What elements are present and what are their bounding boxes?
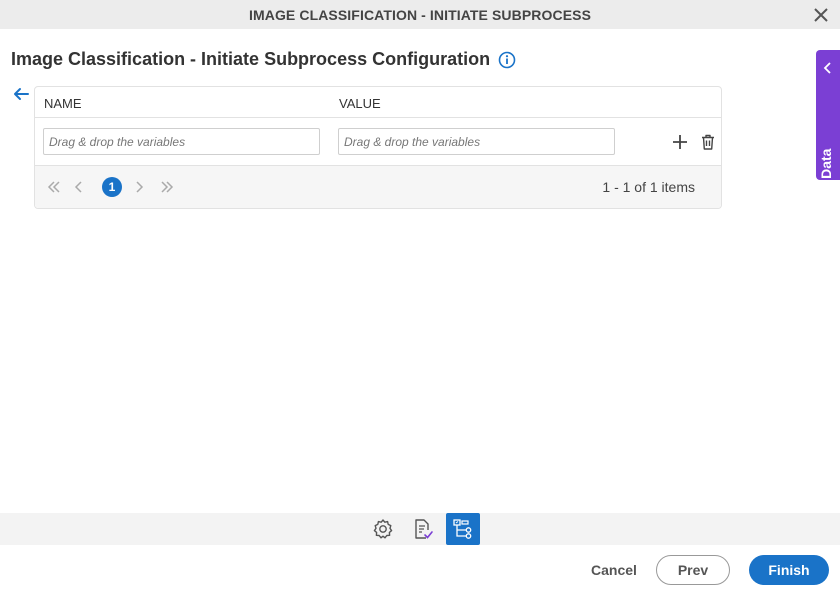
- prev-button[interactable]: Prev: [656, 555, 730, 585]
- info-icon[interactable]: [498, 51, 516, 69]
- variables-grid: NAME VALUE 1 1 - 1 of 1 items: [34, 86, 722, 209]
- next-page-icon[interactable]: [131, 179, 147, 195]
- settings-tool[interactable]: [366, 513, 400, 545]
- gear-icon: [373, 519, 393, 539]
- window-title: IMAGE CLASSIFICATION - INITIATE SUBPROCE…: [248, 6, 592, 23]
- first-page-icon[interactable]: [46, 179, 62, 195]
- subprocess-icon: [453, 519, 472, 539]
- page-number-current[interactable]: 1: [102, 177, 122, 197]
- prev-page-icon[interactable]: [71, 179, 87, 195]
- add-icon[interactable]: [671, 133, 689, 151]
- form-check-tool[interactable]: [406, 513, 440, 545]
- page-title: Image Classification - Initiate Subproce…: [11, 49, 516, 70]
- name-variable-input[interactable]: [43, 128, 320, 155]
- document-check-icon: [415, 519, 433, 539]
- page-title-text: Image Classification - Initiate Subproce…: [11, 49, 491, 69]
- value-variable-input[interactable]: [338, 128, 615, 155]
- table-row: [35, 118, 721, 166]
- subprocess-tool[interactable]: [446, 513, 480, 545]
- grid-header: NAME VALUE: [35, 87, 721, 118]
- back-arrow-icon[interactable]: [12, 86, 30, 102]
- column-header-name[interactable]: NAME: [44, 96, 82, 111]
- column-header-value[interactable]: VALUE: [339, 96, 381, 111]
- cancel-button[interactable]: Cancel: [580, 555, 648, 585]
- bottom-toolbar: [0, 513, 840, 545]
- pager: 1 1 - 1 of 1 items: [35, 166, 721, 208]
- app-data-panel-toggle[interactable]: App Data: [816, 50, 840, 210]
- title-bar: IMAGE CLASSIFICATION - INITIATE SUBPROCE…: [0, 0, 840, 29]
- finish-button[interactable]: Finish: [749, 555, 829, 585]
- last-page-icon[interactable]: [159, 179, 175, 195]
- trash-icon[interactable]: [699, 133, 717, 151]
- chevron-left-icon: [823, 62, 831, 74]
- close-icon[interactable]: [810, 4, 832, 26]
- app-data-label: App Data: [818, 148, 834, 210]
- items-count: 1 - 1 of 1 items: [602, 179, 695, 195]
